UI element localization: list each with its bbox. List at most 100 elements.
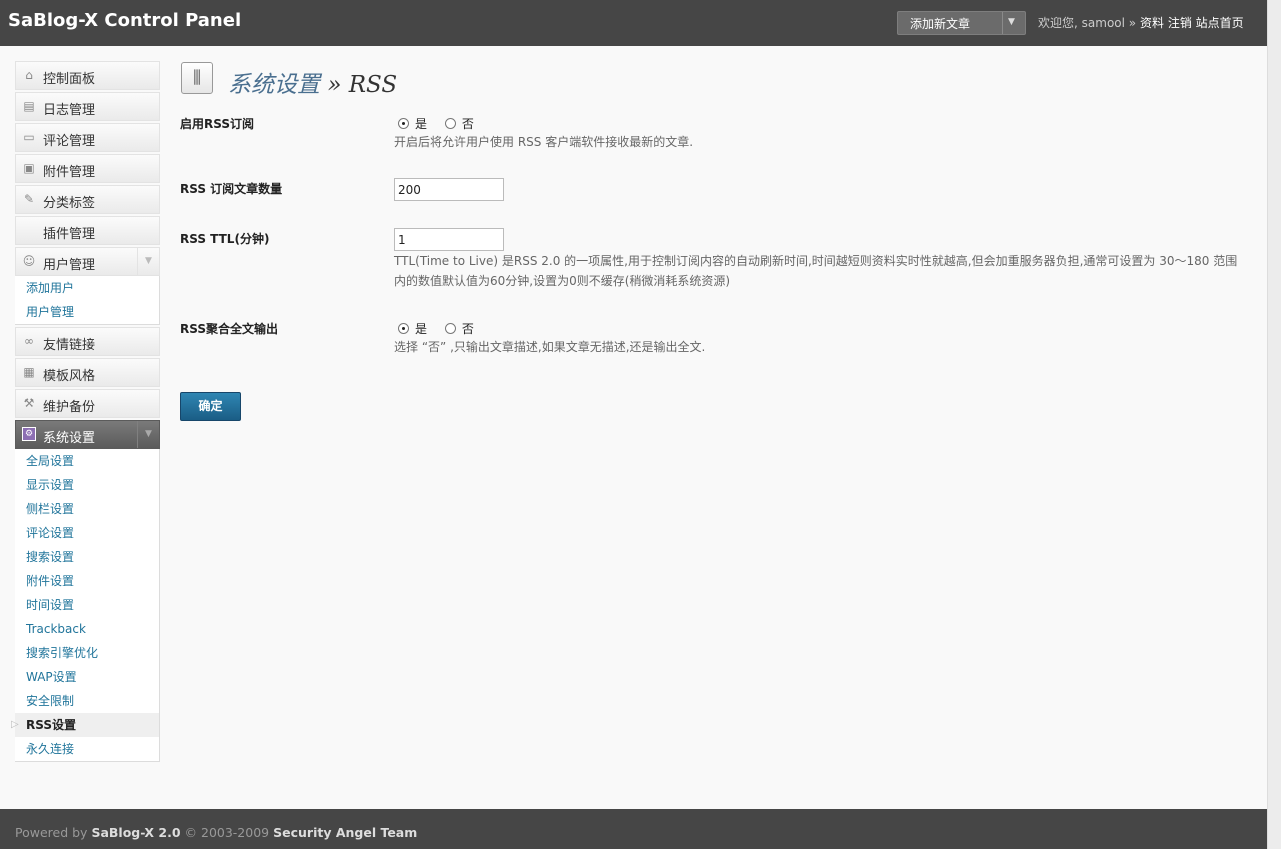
sidebar-item-label: 模板风格: [43, 369, 96, 384]
template-icon: ▦: [23, 365, 35, 379]
footer: Powered by SaBlog-X 2.0 © 2003-2009 Secu…: [0, 809, 1267, 849]
submenu-item-wap[interactable]: WAP设置: [15, 665, 159, 689]
sidebar-menu: ⌂ 控制面板 ▤ 日志管理 ▭ 评论管理 ▣ 附件管理 ✎ 分类标签 插件管理 …: [11, 61, 160, 764]
footer-powered: Powered by: [15, 825, 88, 840]
rss-ttl-input[interactable]: [394, 228, 504, 251]
home-icon: ⌂: [25, 68, 33, 82]
footer-team: Security Angel Team: [273, 825, 418, 840]
pin-icon: ✎: [23, 192, 35, 206]
new-post-label[interactable]: 添加新文章: [910, 15, 970, 32]
sidebar-item-label: 评论管理: [43, 134, 96, 149]
rss-ttl-label: RSS TTL(分钟): [180, 232, 270, 246]
new-post-dropdown[interactable]: 添加新文章 ▼: [897, 11, 1026, 35]
settings-submenu: 全局设置 显示设置 侧栏设置 评论设置 搜索设置 附件设置 时间设置 Track…: [11, 449, 160, 762]
enable-rss-yes[interactable]: 是: [398, 117, 427, 131]
radio-checked[interactable]: [398, 323, 409, 334]
settings-sliders-icon: ⫼: [181, 62, 213, 94]
vertical-scrollbar[interactable]: [1267, 0, 1281, 849]
sidebar-item-label: 系统设置: [43, 431, 96, 446]
submenu-item-manage-users[interactable]: 用户管理: [15, 300, 159, 324]
sidebar-item-label: 分类标签: [43, 196, 96, 211]
sidebar-item-users[interactable]: ☺ 用户管理 ▼: [15, 247, 160, 276]
radio-label: 否: [461, 322, 474, 336]
radio-unchecked[interactable]: [444, 118, 456, 129]
submenu-item-sidebar[interactable]: 侧栏设置: [15, 497, 159, 521]
breadcrumb-current: RSS: [348, 72, 398, 98]
user-nav: 欢迎您, samool » 资料 注销 站点首页: [1038, 14, 1244, 31]
rss-fulltext-label: RSS聚合全文输出: [180, 322, 278, 336]
rss-ttl-description: TTL(Time to Live) 是RSS 2.0 的一项属性,用于控制订阅内…: [394, 251, 1254, 291]
radio-checked[interactable]: [398, 118, 409, 129]
radio-label: 是: [415, 322, 428, 336]
page-title: 系统设置 » RSS: [228, 65, 397, 99]
profile-link[interactable]: 资料: [1140, 16, 1164, 30]
sidebar-item-attachments[interactable]: ▣ 附件管理: [15, 154, 160, 183]
rss-fulltext-yes[interactable]: 是: [398, 322, 427, 336]
breadcrumb-section[interactable]: 系统设置: [228, 72, 320, 98]
chevron-down-icon[interactable]: ▼: [137, 248, 159, 275]
enable-rss-label: 启用RSS订阅: [180, 117, 254, 131]
tools-icon: ⚒: [23, 396, 35, 410]
submenu-item-permalink[interactable]: 永久连接: [15, 737, 159, 761]
submenu-item-rss[interactable]: ▷ RSS设置: [11, 713, 159, 737]
enable-rss-no[interactable]: 否: [444, 117, 474, 131]
rss-count-label: RSS 订阅文章数量: [180, 182, 283, 196]
radio-unchecked[interactable]: [444, 323, 456, 334]
comments-icon: ▭: [23, 130, 35, 144]
submenu-item-trackback[interactable]: Trackback: [15, 617, 159, 641]
rss-ttl-description-line1: TTL(Time to Live) 是RSS 2.0 的一项属性,用于控制订阅内…: [394, 254, 1238, 268]
sidebar-item-links[interactable]: ∞ 友情链接: [15, 327, 160, 356]
sidebar-item-plugins[interactable]: 插件管理: [15, 216, 160, 245]
submenu-item-security[interactable]: 安全限制: [15, 689, 159, 713]
submenu-item-global[interactable]: 全局设置: [15, 449, 159, 473]
sidebar-item-categories[interactable]: ✎ 分类标签: [15, 185, 160, 214]
breadcrumb-separator: »: [327, 72, 342, 98]
settings-icon: ⚙: [22, 427, 36, 441]
site-home-link[interactable]: 站点首页: [1196, 16, 1244, 30]
chevron-down-icon[interactable]: ▼: [1008, 17, 1015, 27]
sidebar-item-label: 附件管理: [43, 165, 96, 180]
footer-product: SaBlog-X 2.0: [91, 825, 181, 840]
submenu-item-attachments[interactable]: 附件设置: [15, 569, 159, 593]
sidebar-item-label: 插件管理: [43, 227, 96, 242]
rss-fulltext-radio-group: 是 否: [398, 320, 488, 337]
sidebar-item-label: 维护备份: [43, 400, 96, 415]
dropdown-divider: [1002, 12, 1003, 34]
sidebar-item-dashboard[interactable]: ⌂ 控制面板: [15, 61, 160, 90]
sidebar-item-maintenance[interactable]: ⚒ 维护备份: [15, 389, 160, 418]
submenu-item-add-user[interactable]: 添加用户: [15, 276, 159, 300]
radio-label: 否: [461, 117, 474, 131]
submenu-item-seo[interactable]: 搜索引擎优化: [15, 641, 159, 665]
sidebar-item-label: 友情链接: [43, 338, 96, 353]
chevron-down-icon[interactable]: ▼: [137, 421, 159, 448]
nav-separator: »: [1128, 16, 1137, 30]
users-icon: ☺: [22, 254, 36, 268]
submenu-item-search[interactable]: 搜索设置: [15, 545, 159, 569]
submenu-item-label: RSS设置: [26, 718, 76, 732]
rss-count-input[interactable]: [394, 178, 504, 201]
sidebar-item-templates[interactable]: ▦ 模板风格: [15, 358, 160, 387]
posts-icon: ▤: [23, 99, 35, 113]
sidebar-item-comments[interactable]: ▭ 评论管理: [15, 123, 160, 152]
submit-button[interactable]: 确定: [180, 392, 241, 421]
enable-rss-radio-group: 是 否: [398, 115, 488, 132]
sidebar-item-label: 日志管理: [43, 103, 96, 118]
sidebar-item-settings[interactable]: ⚙ 系统设置 ▼: [15, 420, 160, 449]
site-title: SaBlog-X Control Panel: [8, 10, 242, 31]
submenu-item-time[interactable]: 时间设置: [15, 593, 159, 617]
rss-fulltext-no[interactable]: 否: [444, 322, 474, 336]
logout-link[interactable]: 注销: [1168, 16, 1192, 30]
link-icon: ∞: [24, 334, 34, 348]
welcome-text: 欢迎您,: [1038, 16, 1078, 30]
footer-text: Powered by SaBlog-X 2.0 © 2003-2009 Secu…: [15, 825, 417, 840]
submenu-item-comments[interactable]: 评论设置: [15, 521, 159, 545]
radio-label: 是: [415, 117, 428, 131]
submenu-item-display[interactable]: 显示设置: [15, 473, 159, 497]
sidebar-item-label: 控制面板: [43, 72, 96, 87]
rss-ttl-description-line2: 内的数值默认值为60分钟,设置为0则不缓存(稍微消耗系统资源): [394, 274, 731, 288]
sidebar-item-posts[interactable]: ▤ 日志管理: [15, 92, 160, 121]
enable-rss-description: 开启后将允许用户使用 RSS 客户端软件接收最新的文章.: [394, 135, 694, 149]
attachments-icon: ▣: [23, 161, 35, 175]
users-submenu: 添加用户 用户管理: [15, 276, 160, 325]
username: samool: [1081, 16, 1125, 30]
